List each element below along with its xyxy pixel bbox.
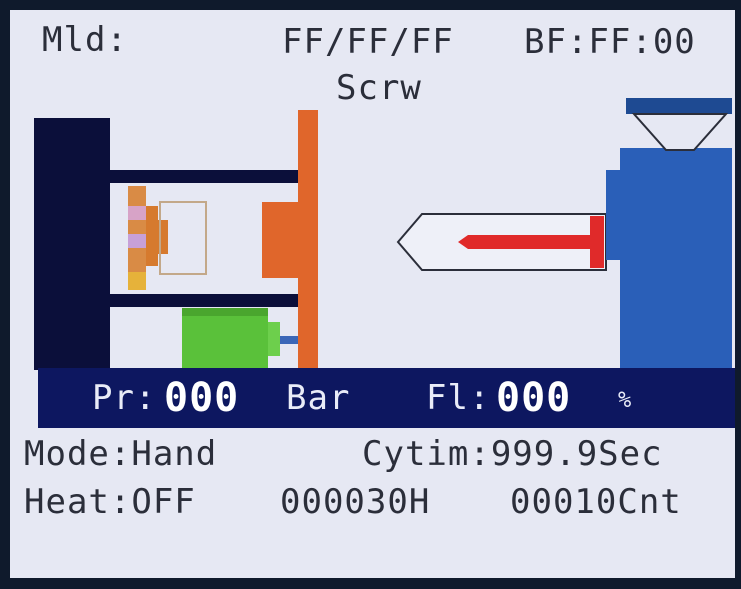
barrel-front — [606, 170, 620, 260]
injection-molding-machine-icon — [34, 98, 732, 370]
mold-part-stripe-1 — [128, 206, 146, 220]
flow-value: 000 — [496, 375, 572, 421]
readout-bar: Pr: 000 Bar Fl: 000 % — [38, 368, 735, 428]
hour-meter: 000030H — [280, 482, 431, 522]
motor-shaft — [280, 336, 298, 344]
moving-platen-block — [262, 202, 302, 278]
mold-part-stripe-2 — [128, 234, 146, 248]
moving-platen — [298, 110, 318, 368]
screw-shaft — [468, 235, 594, 249]
pressure-label: Pr: — [92, 378, 157, 418]
motor-end — [268, 322, 280, 356]
pressure-value: 000 — [164, 375, 240, 421]
lcd-screen: Mld: FF/FF/FF BF:FF:00 Scrw Pr: 000 Bar … — [10, 10, 735, 578]
mode-status: Mode:Hand — [24, 434, 218, 474]
flow-unit: % — [618, 388, 632, 413]
rear-platen — [34, 118, 110, 370]
hopper-top — [626, 98, 732, 114]
tie-bar-bottom — [110, 294, 298, 307]
screw-head — [590, 216, 604, 268]
barrel-body — [620, 148, 732, 368]
mold-part-stripe-3 — [128, 272, 146, 290]
cycle-time: Cytim:999.9Sec — [362, 434, 663, 474]
motor-icon — [182, 308, 268, 368]
hopper-icon — [631, 113, 729, 151]
mold-core — [146, 206, 158, 266]
motor-top — [182, 308, 268, 316]
cycle-count: 00010Cnt — [510, 482, 682, 522]
pressure-unit: Bar — [286, 378, 351, 418]
tie-bar-top — [110, 170, 298, 183]
heat-status: Heat:OFF — [24, 482, 196, 522]
flow-label: Fl: — [426, 378, 491, 418]
